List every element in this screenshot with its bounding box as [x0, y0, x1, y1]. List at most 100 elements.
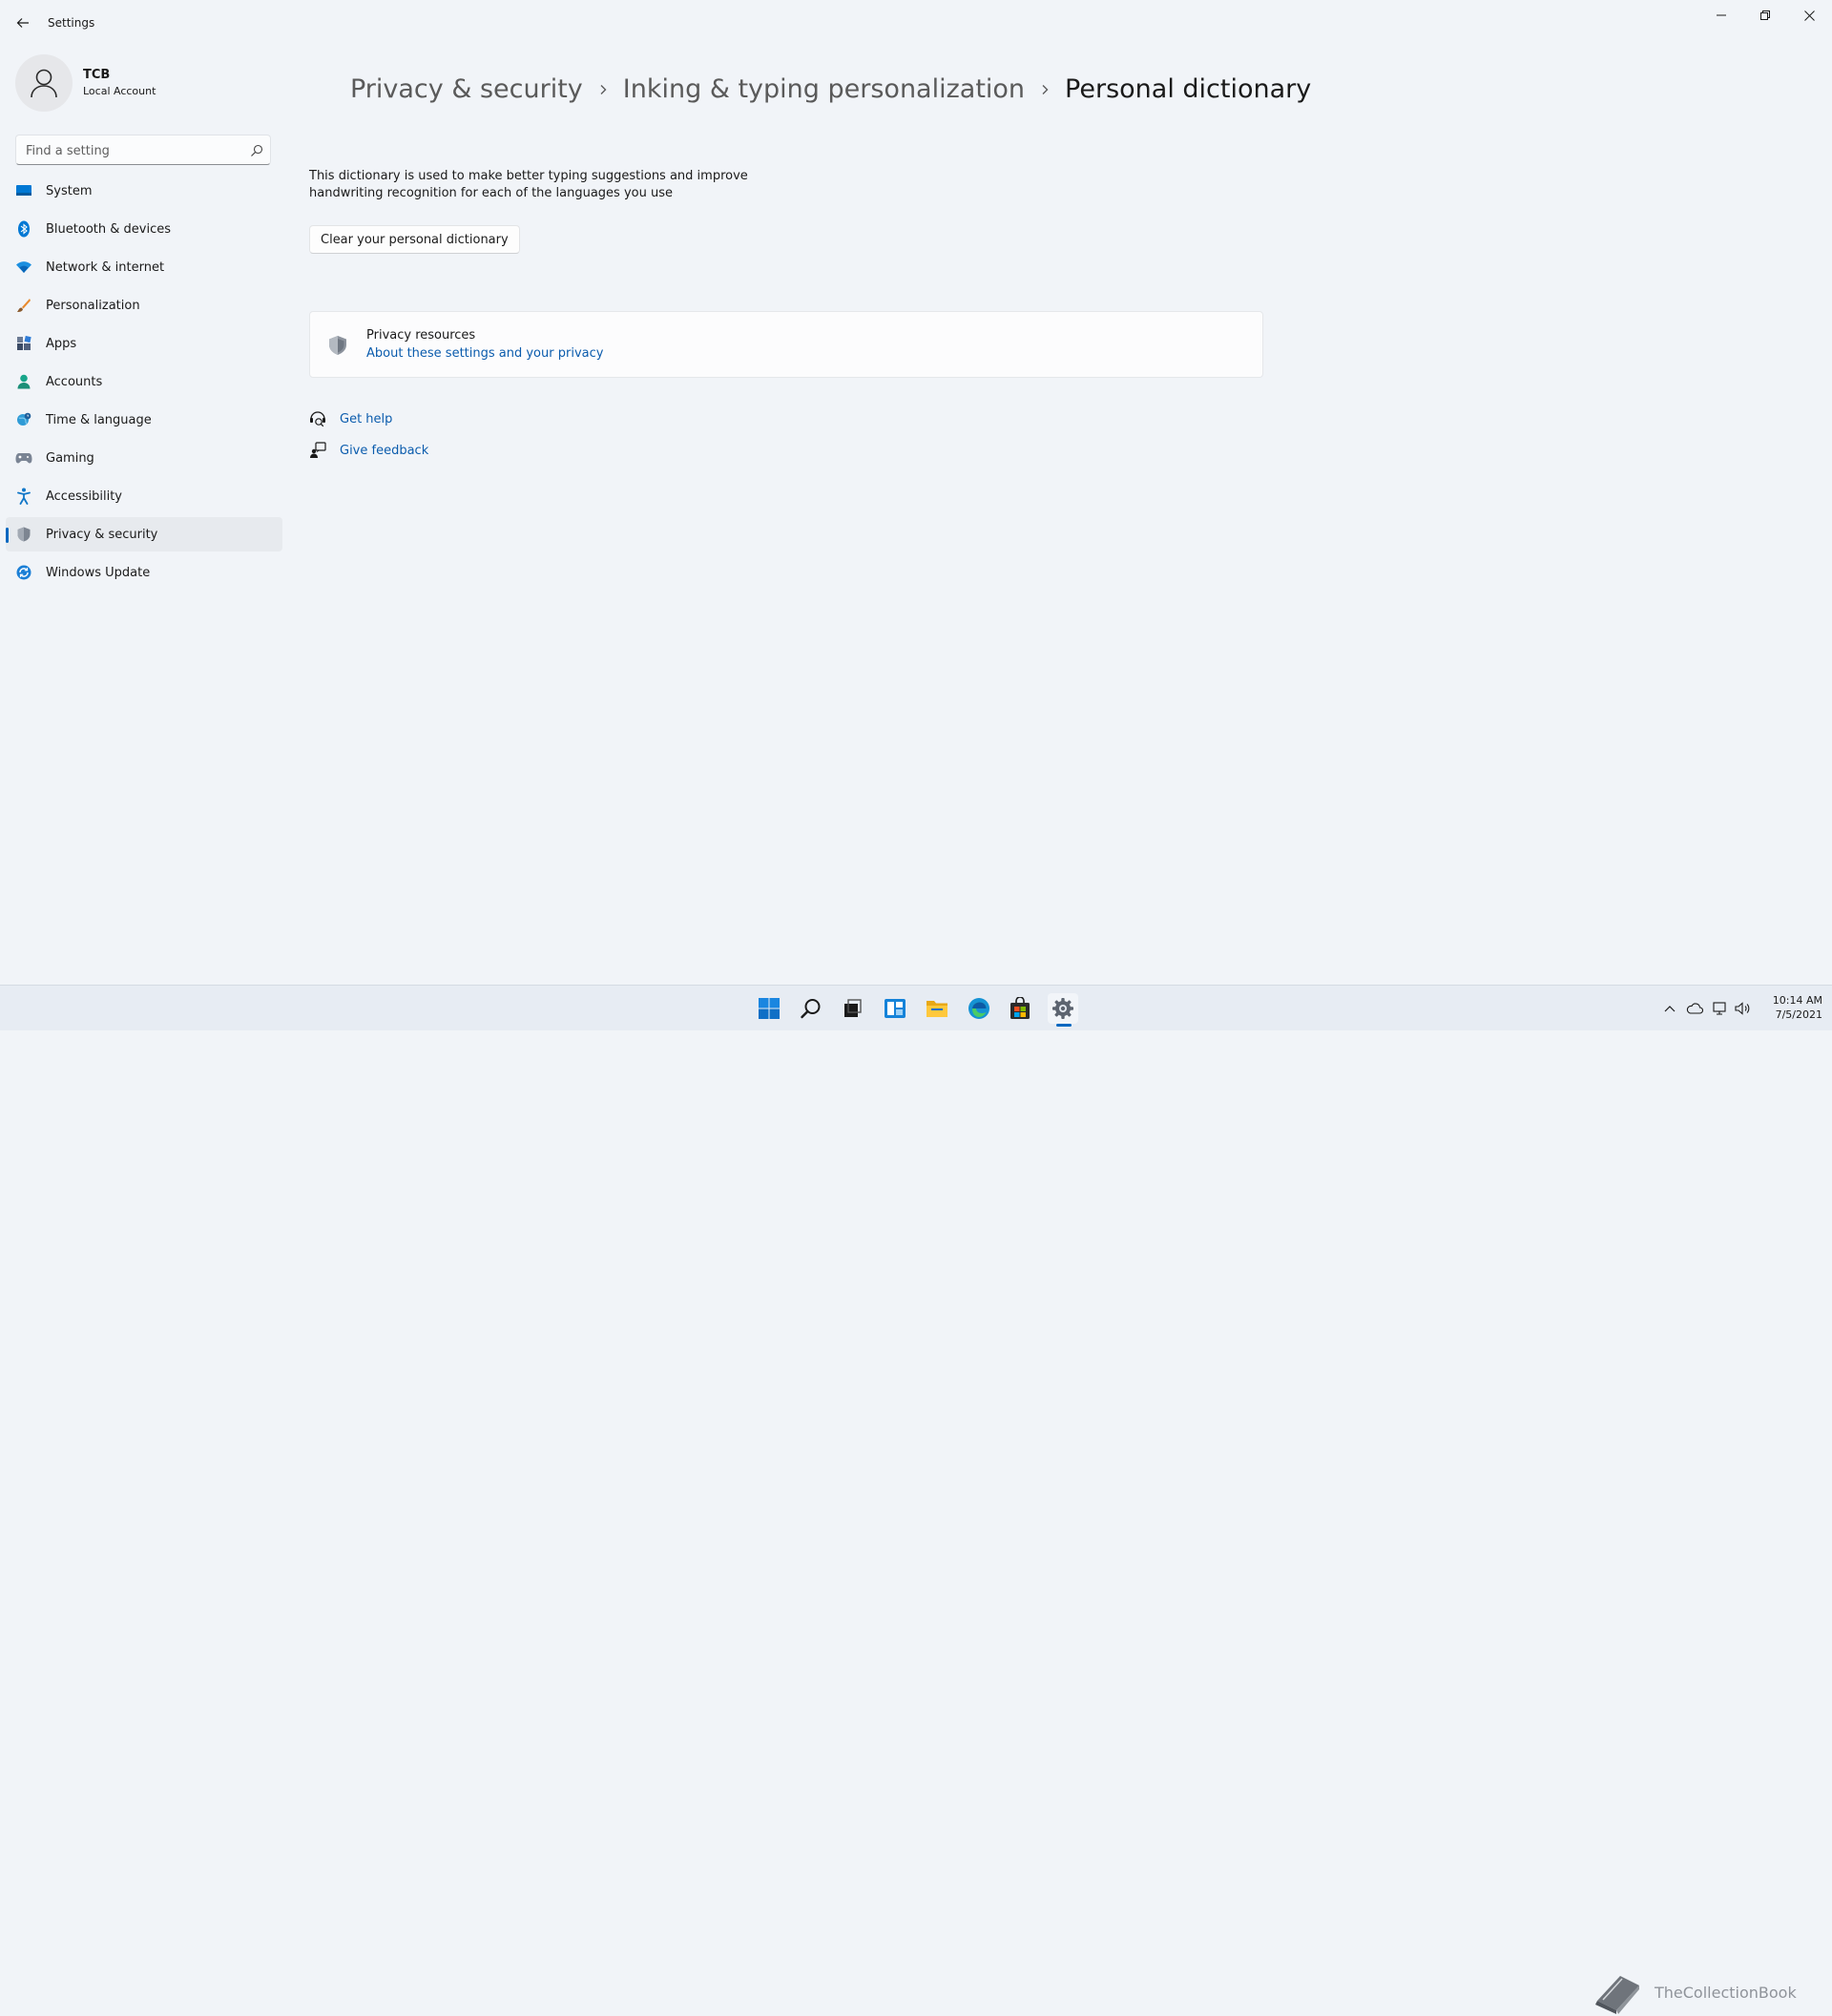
sidebar-item-label: Network & internet — [46, 260, 165, 275]
description-line: handwriting recognition for each of the … — [309, 186, 673, 200]
back-button[interactable] — [11, 11, 34, 34]
feedback-icon — [309, 442, 326, 459]
close-button[interactable] — [1790, 4, 1828, 27]
speaker-icon — [1735, 1002, 1750, 1015]
clear-dictionary-button[interactable]: Clear your personal dictionary — [309, 225, 520, 254]
sidebar-item-bluetooth-devices[interactable]: Bluetooth & devices — [6, 212, 282, 246]
taskbar-search-button[interactable] — [796, 993, 826, 1024]
start-icon — [759, 998, 780, 1019]
edge-icon — [968, 998, 989, 1019]
breadcrumb-inking-typing[interactable]: Inking & typing personalization — [623, 74, 1025, 104]
sidebar-item-label: Gaming — [46, 450, 94, 466]
sidebar-item-network-internet[interactable]: Network & internet — [6, 250, 282, 284]
shield-icon — [329, 336, 346, 355]
give-feedback-link[interactable]: Give feedback — [340, 444, 428, 458]
sidebar-item-system[interactable]: System — [6, 174, 282, 208]
breadcrumb: Privacy & security Inking & typing perso… — [350, 74, 1311, 104]
restore-icon — [1760, 10, 1770, 20]
search-icon — [251, 144, 263, 156]
apps-icon — [15, 335, 32, 352]
system-icon — [15, 182, 32, 199]
settings-button[interactable] — [1048, 993, 1078, 1024]
settings-window: Settings TCB Local Account System Blueto… — [0, 0, 1832, 985]
task-view-icon — [844, 999, 862, 1017]
widgets-button[interactable] — [880, 993, 910, 1024]
search-icon — [801, 999, 821, 1019]
privacy-settings-link[interactable]: About these settings and your privacy — [366, 346, 603, 361]
sidebar-item-windows-update[interactable]: Windows Update — [6, 555, 282, 590]
settings-icon — [1052, 998, 1073, 1019]
person-icon — [15, 373, 32, 390]
watermark: TheCollectionBook — [1592, 1970, 1797, 2016]
minimize-button[interactable] — [1702, 4, 1740, 27]
file-explorer-icon — [926, 1001, 947, 1017]
taskbar: TheCollectionBook 10:14 AM 7/5/2021 — [0, 985, 1832, 2014]
sidebar-item-label: Personalization — [46, 298, 140, 313]
search-box[interactable] — [15, 135, 271, 165]
breadcrumb-privacy-security[interactable]: Privacy & security — [350, 74, 583, 104]
user-name: TCB — [83, 68, 111, 82]
widgets-icon — [885, 999, 906, 1018]
avatar — [15, 54, 73, 112]
sidebar-item-privacy-security[interactable]: Privacy & security — [6, 517, 282, 551]
page-description: This dictionary is used to make better t… — [309, 168, 805, 202]
search-input[interactable] — [26, 141, 236, 160]
store-button[interactable] — [1005, 993, 1035, 1024]
description-line: This dictionary is used to make better t… — [309, 169, 748, 183]
close-icon — [1803, 10, 1815, 21]
sidebar-item-personalization[interactable]: Personalization — [6, 288, 282, 322]
sidebar-item-time-language[interactable]: Time & language — [6, 403, 282, 437]
gamepad-icon — [15, 449, 32, 467]
watermark-text: TheCollectionBook — [1655, 1984, 1797, 2002]
restore-button[interactable] — [1746, 4, 1784, 27]
accessibility-icon — [15, 488, 32, 505]
cloud-icon — [1686, 1003, 1703, 1014]
onedrive-tray-button[interactable] — [1685, 999, 1704, 1018]
user-profile[interactable]: TCB Local Account — [15, 54, 282, 112]
privacy-resources-title: Privacy resources — [366, 328, 476, 343]
title-bar: Settings — [0, 0, 1832, 46]
sidebar-item-gaming[interactable]: Gaming — [6, 441, 282, 475]
file-explorer-button[interactable] — [922, 993, 952, 1024]
network-icon — [1713, 1002, 1726, 1015]
minimize-icon — [1717, 14, 1726, 16]
active-app-indicator — [1056, 1024, 1072, 1027]
wifi-icon — [15, 259, 32, 276]
store-icon — [1010, 997, 1030, 1019]
book-icon — [1595, 1976, 1639, 2014]
chevron-up-icon — [1664, 1006, 1676, 1012]
chevron-right-icon — [583, 83, 623, 96]
sidebar-item-label: Windows Update — [46, 565, 151, 580]
sidebar-item-label: Bluetooth & devices — [46, 221, 171, 237]
sidebar-item-apps[interactable]: Apps — [6, 326, 282, 361]
edge-button[interactable] — [964, 993, 994, 1024]
person-avatar-icon — [31, 69, 57, 98]
sidebar-item-label: Apps — [46, 336, 77, 351]
task-view-button[interactable] — [837, 993, 867, 1024]
clock[interactable]: 10:14 AM 7/5/2021 — [1756, 993, 1822, 1022]
get-help-row[interactable]: Get help — [309, 408, 392, 429]
get-help-link[interactable]: Get help — [340, 412, 392, 426]
volume-tray-button[interactable] — [1733, 999, 1752, 1018]
sidebar-item-accessibility[interactable]: Accessibility — [6, 479, 282, 513]
sidebar-item-accounts[interactable]: Accounts — [6, 364, 282, 399]
app-title: Settings — [48, 16, 95, 30]
globe-clock-icon — [15, 411, 32, 428]
sidebar-item-label: Time & language — [46, 412, 152, 427]
page-title: Personal dictionary — [1065, 74, 1312, 104]
brush-icon — [15, 297, 32, 314]
clock-date: 7/5/2021 — [1775, 1008, 1822, 1021]
sidebar-item-label: Accessibility — [46, 488, 122, 504]
start-button[interactable] — [754, 993, 784, 1024]
give-feedback-row[interactable]: Give feedback — [309, 440, 428, 461]
shield-icon — [15, 526, 32, 543]
show-hidden-icons-button[interactable] — [1660, 999, 1679, 1018]
network-tray-button[interactable] — [1710, 999, 1729, 1018]
clock-time: 10:14 AM — [1772, 994, 1822, 1007]
privacy-resources-card: Privacy resources About these settings a… — [309, 311, 1263, 378]
update-icon — [15, 564, 32, 581]
account-type: Local Account — [83, 85, 156, 97]
sidebar-nav: System Bluetooth & devices Network & int… — [6, 174, 282, 593]
sidebar-item-label: Accounts — [46, 374, 103, 389]
bluetooth-icon — [15, 220, 32, 238]
